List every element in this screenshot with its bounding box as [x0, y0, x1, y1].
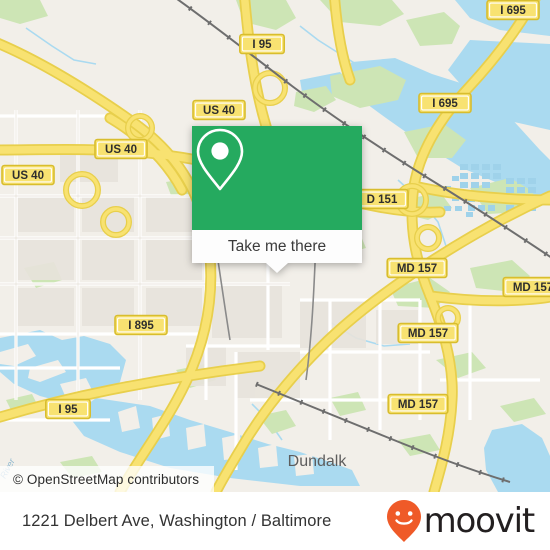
osm-attribution[interactable]: © OpenStreetMap contributors — [0, 466, 214, 492]
road-shield: I 95 — [239, 33, 286, 55]
svg-text:MD 157: MD 157 — [398, 399, 438, 411]
svg-text:US 40: US 40 — [203, 105, 235, 117]
svg-text:MD 157: MD 157 — [397, 263, 437, 275]
moovit-map-screen: Dundalk River I 695I 95US 40I 695US 40US… — [0, 0, 550, 550]
svg-text:I 695: I 695 — [500, 5, 526, 17]
moovit-wordmark: moovit — [423, 501, 536, 541]
road-shield: D 151 — [355, 188, 409, 210]
road-shield: MD 157 — [397, 322, 459, 344]
road-shield: I 95 — [44, 398, 92, 420]
road-shield: MD 157 — [502, 276, 550, 298]
road-shield: US 40 — [192, 99, 246, 121]
moovit-smiley-pin-icon — [386, 500, 421, 542]
location-popup-card[interactable]: Take me there — [192, 126, 362, 273]
osm-attribution-text: © OpenStreetMap contributors — [13, 471, 200, 487]
footer-bar: 1221 Delbert Ave, Washington / Baltimore… — [0, 492, 550, 550]
svg-text:MD 157: MD 157 — [513, 282, 550, 294]
address-label: 1221 Delbert Ave, Washington / Baltimore — [22, 511, 332, 530]
road-shield: I 695 — [418, 92, 472, 114]
road-shield: US 40 — [94, 138, 148, 160]
road-shield: US 40 — [1, 164, 55, 186]
svg-text:I 95: I 95 — [58, 404, 78, 416]
popup-card-tail — [266, 263, 288, 273]
road-shield: I 695 — [486, 0, 540, 21]
svg-text:I 895: I 895 — [128, 320, 154, 332]
take-me-there-label: Take me there — [227, 237, 327, 255]
svg-text:US 40: US 40 — [105, 144, 137, 156]
map-canvas[interactable]: Dundalk River I 695I 95US 40I 695US 40US… — [0, 0, 550, 492]
road-shield: MD 157 — [386, 257, 448, 279]
svg-text:US 40: US 40 — [12, 170, 44, 182]
svg-text:MD 157: MD 157 — [408, 328, 448, 340]
road-shield: MD 157 — [387, 393, 449, 415]
place-label-dundalk: Dundalk — [288, 453, 348, 470]
take-me-there-button[interactable]: Take me there — [192, 230, 362, 263]
svg-text:I 695: I 695 — [432, 98, 458, 110]
map-pin-icon — [196, 128, 244, 191]
svg-text:I 95: I 95 — [252, 39, 272, 51]
popup-card-header — [192, 126, 362, 230]
svg-text:D 151: D 151 — [367, 194, 398, 206]
moovit-logo[interactable]: moovit — [386, 499, 536, 543]
road-shield: I 895 — [114, 314, 168, 336]
